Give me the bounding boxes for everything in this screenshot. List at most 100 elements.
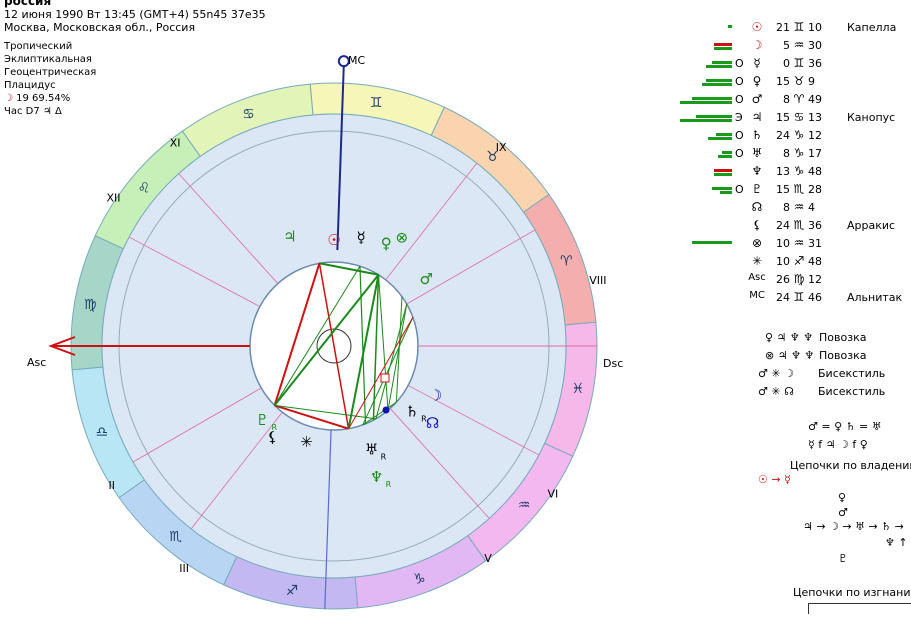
planet-row[interactable]: ☊ 8 ♒ 4 — [680, 200, 911, 218]
sign-glyph: ♌ — [138, 181, 151, 197]
planet-glyph[interactable]: ☿ — [356, 228, 365, 246]
reception-line-2: ☿ f ♃ ☽ f ♀ — [808, 438, 868, 451]
sign-glyph: ♊ — [370, 95, 383, 111]
planet-glyph[interactable]: ⊗ — [396, 228, 409, 246]
mc-label: MC — [348, 54, 365, 67]
sign-glyph: ♒ — [518, 497, 531, 513]
natal-chart-wheel[interactable]: ♊♉♈♓♒♑♐♏♎♍♌♋ ♃ ☉ ☿ ♀ ⊗♂☽☊♄ R♅ R♆ R✳⚸♇ R XI IXXIIV… — [0, 0, 670, 617]
configuration-row[interactable]: ♂ ✳ ☽ Бисекстиль — [758, 367, 885, 380]
planet-icon: ☉ — [751, 20, 763, 34]
degree: 8 — [783, 93, 790, 106]
planet-row[interactable]: ✳ 10 ♐ 48 — [680, 254, 911, 272]
sign-icon: ♉ — [793, 74, 805, 88]
planet-icon: MC — [749, 290, 765, 301]
planet-icon: ♄ — [751, 128, 763, 142]
planet-icon: ♃ — [751, 110, 763, 124]
sign-icon: ♑ — [793, 146, 805, 160]
planet-icon: Asc — [748, 272, 766, 283]
strength-bar — [712, 61, 732, 64]
strength-bars — [680, 40, 732, 52]
planet-glyph[interactable]: ♅ — [365, 440, 378, 458]
planet-glyph[interactable]: ♂ — [420, 270, 433, 288]
degree: 8 — [783, 147, 790, 160]
sign-icon: ♏ — [793, 218, 805, 232]
strength-bar — [680, 101, 732, 104]
configuration-row[interactable]: ♀ ♃ ♆ ♆ Повозка — [765, 331, 866, 344]
retrograde-mark: R — [271, 423, 277, 432]
planet-row[interactable]: Asc 26 ♍ 12 — [680, 272, 911, 290]
degree: 13 — [776, 165, 790, 178]
strength-bar — [722, 151, 732, 154]
strength-bars — [680, 184, 732, 196]
sign-icon: ♏ — [793, 182, 805, 196]
dignity-mark: O — [735, 93, 744, 106]
planet-row[interactable]: MC 24 ♊ 46 Альнитак — [680, 290, 911, 308]
planet-icon: ☿ — [753, 56, 761, 70]
house-number: VIII — [589, 274, 606, 287]
planet-row[interactable]: ☉ 21 ♊ 10 Капелла — [680, 20, 911, 38]
planet-row[interactable]: O ♂ 8 ♈ 49 — [680, 92, 911, 110]
dignity-mark: Э — [735, 111, 743, 124]
planet-row[interactable]: ⚸ 24 ♏ 36 Арракис — [680, 218, 911, 236]
strength-bar — [728, 25, 732, 28]
strength-bar — [702, 83, 732, 86]
planet-row[interactable]: ♆ 13 ♑ 48 — [680, 164, 911, 182]
planet-row[interactable]: ☽ 5 ♒ 30 — [680, 38, 911, 56]
dignity-mark: O — [735, 147, 744, 160]
planet-glyph[interactable]: ♀ — [381, 235, 392, 253]
configuration-name: Бисекстиль — [818, 367, 886, 380]
sign-icon: ♒ — [793, 236, 805, 250]
strength-bars — [680, 22, 732, 34]
strength-bar — [720, 191, 732, 194]
planet-row[interactable]: O ♅ 8 ♑ 17 — [680, 146, 911, 164]
strength-bars — [680, 166, 732, 178]
minutes: 49 — [808, 93, 822, 106]
planet-glyph[interactable]: ♆ — [370, 468, 383, 486]
degree: 15 — [776, 183, 790, 196]
planet-glyph[interactable]: ☊ — [426, 414, 439, 432]
strength-bar — [706, 79, 732, 82]
minutes: 17 — [808, 147, 822, 160]
planet-glyph[interactable]: ☉ — [327, 231, 340, 249]
strength-bar — [706, 65, 732, 68]
planet-glyph[interactable]: ♄ — [405, 403, 418, 421]
minutes: 4 — [808, 201, 815, 214]
planet-glyph[interactable]: ♇ — [256, 411, 269, 429]
aspect-square — [380, 373, 390, 383]
planet-icon: ♆ — [751, 164, 763, 178]
configuration-row[interactable]: ♂ ✳ ☊ Бисекстиль — [758, 385, 885, 398]
dispositor-chains-title: Цепочки по владению — [790, 459, 911, 472]
configuration-glyphs: ♂ ✳ ☽ — [758, 367, 794, 380]
minutes: 31 — [808, 237, 822, 250]
minutes: 30 — [808, 39, 822, 52]
planet-glyph[interactable]: ✳ — [300, 433, 313, 451]
configuration-row[interactable]: ⊗ ♃ ♆ ♆ Повозка — [765, 349, 866, 362]
strength-bar — [716, 133, 732, 136]
house-number: VI — [547, 488, 558, 501]
planet-row[interactable]: O ♇ 15 ♏ 28 — [680, 182, 911, 200]
planet-row[interactable]: ⊗ 10 ♒ 31 — [680, 236, 911, 254]
sign-icon: ♑ — [793, 164, 805, 178]
sign-glyph: ♍ — [84, 297, 97, 313]
degree: 21 — [776, 21, 790, 34]
minutes: 12 — [808, 129, 822, 142]
strength-bars — [680, 256, 732, 268]
configuration-glyphs: ♀ ♃ ♆ ♆ — [765, 331, 814, 344]
planet-row[interactable]: O ♄ 24 ♑ 12 — [680, 128, 911, 146]
dispositor-chain-1: ☉ → ☿ — [758, 473, 791, 486]
planet-row[interactable]: Э ♃ 15 ♋ 13 Канопус — [680, 110, 911, 128]
exile-chain-bracket — [808, 603, 911, 614]
dignity-mark: O — [735, 183, 744, 196]
planet-row[interactable]: O ♀ 15 ♉ 9 — [680, 74, 911, 92]
configuration-name: Повозка — [819, 349, 867, 362]
sign-icon: ♋ — [793, 110, 805, 124]
strength-bars — [680, 58, 732, 70]
planet-glyph[interactable]: ♃ — [283, 228, 296, 246]
house-number: II — [109, 479, 116, 492]
strength-bars — [680, 76, 732, 88]
planet-glyph[interactable]: ☽ — [429, 387, 442, 405]
planet-icon: ☽ — [751, 38, 763, 52]
planet-row[interactable]: O ☿ 0 ♊ 36 — [680, 56, 911, 74]
strength-bar — [714, 47, 732, 50]
degree: 24 — [776, 219, 790, 232]
